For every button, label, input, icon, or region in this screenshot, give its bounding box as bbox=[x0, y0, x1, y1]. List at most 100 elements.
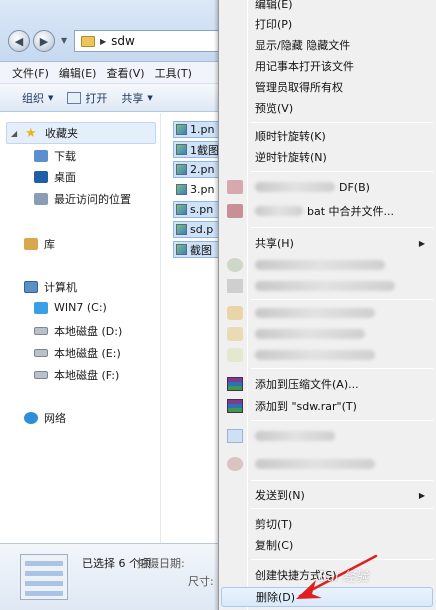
menu-item-add-archive[interactable]: 添加到压缩文件(A)... bbox=[219, 374, 436, 394]
file-list: 1.pn 1截图 2.pn 3.pn s.pn sd.p 截图 bbox=[160, 113, 219, 543]
nav-favorites-label: 收藏夹 bbox=[45, 127, 78, 140]
menu-item-blurred-7[interactable] bbox=[219, 454, 436, 474]
open-button[interactable]: 打开 bbox=[67, 90, 107, 106]
menu-item-label: 管理员取得所有权 bbox=[255, 81, 343, 94]
file-item[interactable]: 3.pn bbox=[173, 181, 219, 198]
nav-drive-e[interactable]: 本地磁盘 (E:) bbox=[34, 345, 121, 361]
menu-item-delete[interactable]: 删除(D) bbox=[221, 587, 433, 607]
menu-item-rotate-cw[interactable]: 顺时针旋转(K) bbox=[219, 126, 436, 146]
nav-computer[interactable]: 计算机 bbox=[24, 279, 77, 295]
menu-item-take-ownership[interactable]: 管理员取得所有权 bbox=[219, 77, 436, 97]
image-file-icon bbox=[176, 204, 187, 215]
file-name: 截图 bbox=[190, 243, 212, 257]
nav-libraries[interactable]: 库 bbox=[24, 236, 55, 252]
file-name: 1截图 bbox=[190, 143, 219, 157]
menu-item-label: 逆时针旋转(N) bbox=[255, 151, 327, 164]
menu-item-label: DF(B) bbox=[339, 180, 370, 194]
nav-drive-c[interactable]: WIN7 (C:) bbox=[34, 301, 107, 314]
file-item[interactable]: 2.pn bbox=[173, 161, 219, 178]
menu-item-convert-pdf[interactable]: DF(B) bbox=[219, 177, 436, 197]
menu-item-notepad[interactable]: 用记事本打开该文件 bbox=[219, 56, 436, 76]
collapse-triangle-icon[interactable]: ◢ bbox=[11, 129, 19, 138]
menu-item-label: 发送到(N) bbox=[255, 489, 305, 502]
nav-network[interactable]: 网络 bbox=[24, 410, 66, 426]
nav-recent[interactable]: 最近访问的位置 bbox=[34, 191, 131, 207]
nav-favorites[interactable]: ◢ ★ 收藏夹 bbox=[6, 122, 156, 144]
nav-drive-d-label: 本地磁盘 (D:) bbox=[54, 325, 123, 338]
organize-label: 组织 bbox=[22, 91, 44, 105]
menu-item-blurred-5[interactable] bbox=[219, 345, 436, 365]
context-menu: 编辑(E) 打印(P) 显示/隐藏 隐藏文件 用记事本打开该文件 管理员取得所有… bbox=[218, 0, 436, 610]
menu-item-blurred-3[interactable] bbox=[219, 303, 436, 323]
menu-tools[interactable]: 工具(T) bbox=[155, 65, 192, 81]
breadcrumb-current[interactable]: sdw bbox=[111, 34, 135, 48]
menu-item-cut[interactable]: 剪切(T) bbox=[219, 514, 436, 534]
desktop-icon bbox=[34, 171, 48, 183]
image-file-icon bbox=[176, 244, 187, 255]
file-item[interactable]: 1截图 bbox=[173, 141, 219, 158]
menu-item-edit[interactable]: 编辑(E) bbox=[219, 0, 436, 14]
file-item[interactable]: s.pn bbox=[173, 201, 219, 218]
menu-item-add-rar[interactable]: 添加到 "sdw.rar"(T) bbox=[219, 396, 436, 416]
organize-button[interactable]: 组织 ▼ bbox=[22, 90, 53, 106]
nav-drive-f[interactable]: 本地磁盘 (F:) bbox=[34, 367, 119, 383]
file-item[interactable]: 截图 bbox=[173, 241, 219, 258]
pdf-icon bbox=[227, 180, 243, 194]
menu-item-blurred-4[interactable] bbox=[219, 324, 436, 344]
security-icon bbox=[227, 348, 243, 362]
nav-libraries-label: 库 bbox=[44, 238, 55, 251]
nav-drive-f-label: 本地磁盘 (F:) bbox=[54, 369, 120, 382]
file-item[interactable]: 1.pn bbox=[173, 121, 219, 138]
share-label: 共享 bbox=[121, 91, 144, 105]
image-file-icon bbox=[176, 184, 187, 195]
disk-drive-icon bbox=[34, 327, 48, 335]
menu-item-label: 顺时针旋转(K) bbox=[255, 130, 326, 143]
open-icon bbox=[67, 91, 82, 104]
date-taken-label: 拍摄日期: bbox=[137, 557, 185, 570]
menu-item-merge-files[interactable]: bat 中合并文件... bbox=[219, 201, 436, 221]
back-button[interactable]: ◀ bbox=[8, 30, 30, 52]
arrow-right-icon: ▶ bbox=[39, 34, 49, 48]
nav-drive-e-label: 本地磁盘 (E:) bbox=[54, 347, 121, 360]
navigation-pane: ◢ ★ 收藏夹 下载 桌面 最近访问的位置 库 计算机 WIN7 (C:) 本地… bbox=[0, 113, 160, 543]
menu-item-send-to[interactable]: 发送到(N) ▶ bbox=[219, 485, 436, 505]
menu-item-blurred-1[interactable] bbox=[219, 255, 436, 275]
menu-edit[interactable]: 编辑(E) bbox=[59, 65, 97, 81]
address-bar[interactable]: ▶ sdw bbox=[74, 30, 224, 52]
computer-icon bbox=[24, 281, 38, 293]
menu-item-print[interactable]: 打印(P) bbox=[219, 14, 436, 34]
menu-item-copy[interactable]: 复制(C) bbox=[219, 535, 436, 555]
nav-drive-d[interactable]: 本地磁盘 (D:) bbox=[34, 323, 122, 339]
lock-icon bbox=[227, 279, 243, 293]
menu-view[interactable]: 查看(V) bbox=[106, 65, 144, 81]
nav-computer-label: 计算机 bbox=[44, 281, 77, 294]
menu-item-label: 复制(C) bbox=[255, 539, 294, 552]
menu-item-blurred-2[interactable] bbox=[219, 276, 436, 296]
menu-item-label: 编辑(E) bbox=[255, 0, 293, 11]
menu-item-rotate-ccw[interactable]: 逆时针旋转(N) bbox=[219, 147, 436, 167]
star-icon: ★ bbox=[25, 125, 37, 141]
forward-button[interactable]: ▶ bbox=[33, 30, 55, 52]
submenu-arrow-icon: ▶ bbox=[418, 490, 425, 500]
menu-item-label: 添加到 "sdw.rar"(T) bbox=[255, 400, 357, 413]
menu-file[interactable]: 文件(F) bbox=[12, 65, 49, 81]
chevron-down-icon: ▼ bbox=[147, 93, 153, 102]
winrar-icon bbox=[227, 377, 243, 391]
chevron-down-icon: ▼ bbox=[48, 93, 54, 102]
app-icon bbox=[227, 457, 243, 471]
breadcrumb-separator-icon[interactable]: ▶ bbox=[100, 37, 106, 46]
nav-desktop-label: 桌面 bbox=[54, 171, 76, 184]
share-button[interactable]: 共享 ▼ bbox=[121, 90, 152, 106]
file-item[interactable]: sd.p bbox=[173, 221, 219, 238]
menu-item-show-hide[interactable]: 显示/隐藏 隐藏文件 bbox=[219, 35, 436, 55]
menu-item-preview[interactable]: 预览(V) bbox=[219, 98, 436, 118]
disk-drive-icon bbox=[34, 349, 48, 357]
file-name: 2.pn bbox=[190, 163, 215, 176]
file-name: s.pn bbox=[190, 203, 214, 216]
menu-item-share[interactable]: 共享(H) ▶ bbox=[219, 233, 436, 253]
nav-downloads[interactable]: 下载 bbox=[34, 148, 76, 164]
nav-drive-c-label: WIN7 (C:) bbox=[54, 301, 107, 314]
history-dropdown-icon[interactable]: ▼ bbox=[61, 36, 67, 45]
menu-item-blurred-6[interactable] bbox=[219, 426, 436, 446]
nav-desktop[interactable]: 桌面 bbox=[34, 169, 76, 185]
